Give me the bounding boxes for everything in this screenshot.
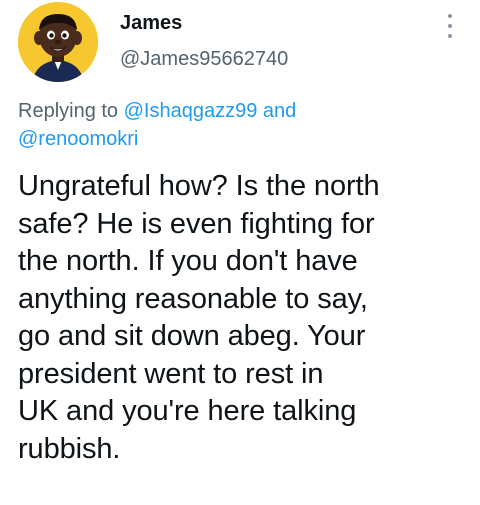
mention-conjunction: and bbox=[262, 100, 297, 122]
tweet: James @James95662740 Replying to @Ishaqg… bbox=[0, 0, 480, 505]
more-vertical-icon bbox=[448, 34, 452, 38]
replying-to-line: Replying to @Ishaqgazz99 and @renoomokri bbox=[18, 97, 418, 153]
replying-to-label: Replying to bbox=[18, 100, 119, 122]
tweet-text-line: Ungrateful how? Is the north bbox=[18, 170, 380, 202]
tweet-text-line: rubbish. bbox=[18, 432, 121, 465]
more-options-button[interactable] bbox=[440, 12, 460, 40]
tweet-text-line: anything reasonable to say, bbox=[18, 282, 368, 315]
mention-link-ishaqgazz99[interactable]: @Ishaqgazz99 bbox=[124, 100, 258, 122]
cartoon-boy-avatar-icon bbox=[18, 2, 98, 82]
tweet-text-line: UK and you're here talking bbox=[18, 395, 357, 427]
tweet-text-line: president went to rest in bbox=[18, 357, 324, 390]
more-vertical-icon bbox=[448, 24, 452, 28]
user-handle[interactable]: @James95662740 bbox=[120, 48, 288, 71]
more-vertical-icon bbox=[448, 14, 452, 18]
tweet-text-line: the north. If you don't have bbox=[18, 245, 358, 277]
tweet-text-line: safe? He is even fighting for bbox=[18, 207, 375, 240]
tweet-text-line: go and sit down abeg. Your bbox=[18, 320, 366, 352]
display-name[interactable]: James bbox=[120, 12, 182, 35]
avatar[interactable] bbox=[18, 2, 98, 82]
mention-link-renoomokri[interactable]: @renoomokri bbox=[18, 128, 138, 150]
tweet-text: Ungrateful how? Is the north safe? He is… bbox=[18, 168, 468, 468]
